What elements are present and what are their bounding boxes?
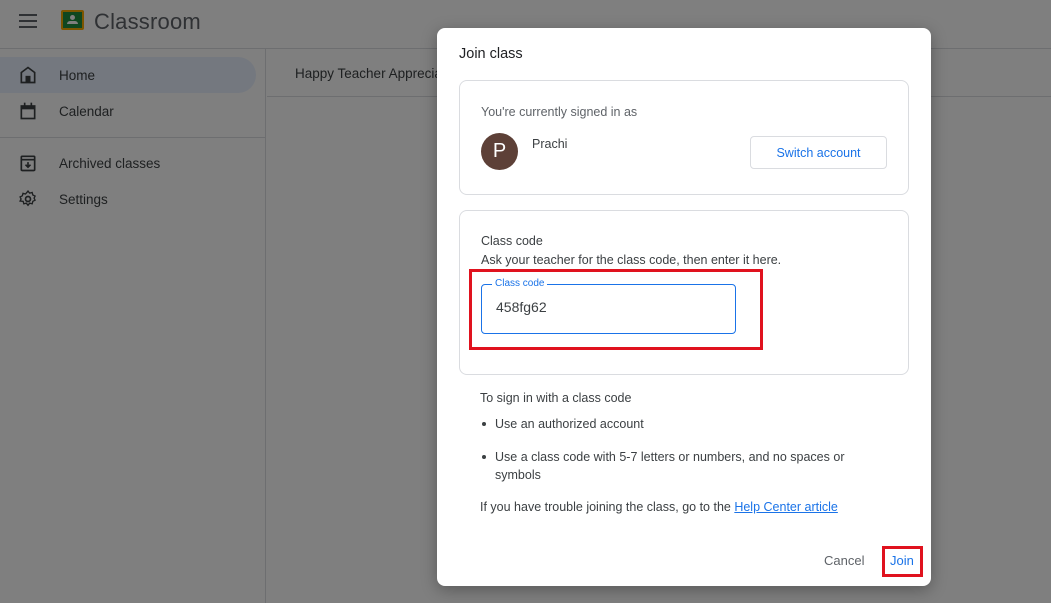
class-code-field-label: Class code	[492, 278, 548, 290]
dialog-title: Join class	[459, 46, 523, 62]
help-text: If you have trouble joining the class, g…	[480, 500, 838, 514]
class-code-card: Class code Ask your teacher for the clas…	[459, 210, 909, 375]
avatar: P	[481, 133, 518, 170]
class-code-input[interactable]	[496, 299, 716, 315]
cancel-button[interactable]: Cancel	[820, 550, 868, 571]
switch-account-button[interactable]: Switch account	[750, 136, 887, 169]
account-card: You're currently signed in as P Prachi S…	[459, 80, 909, 195]
bullet-icon	[482, 455, 486, 459]
class-code-title: Class code	[481, 234, 543, 248]
class-code-description: Ask your teacher for the class code, the…	[481, 253, 782, 267]
signed-in-label: You're currently signed in as	[481, 105, 638, 119]
user-name: Prachi	[532, 137, 568, 151]
instructions-title: To sign in with a class code	[480, 391, 632, 405]
class-code-field[interactable]: Class code	[481, 278, 736, 334]
help-center-link[interactable]: Help Center article	[734, 500, 838, 514]
bullet-icon	[482, 422, 486, 426]
join-class-dialog: Join class You're currently signed in as…	[437, 28, 931, 586]
join-button[interactable]: Join	[886, 550, 918, 571]
